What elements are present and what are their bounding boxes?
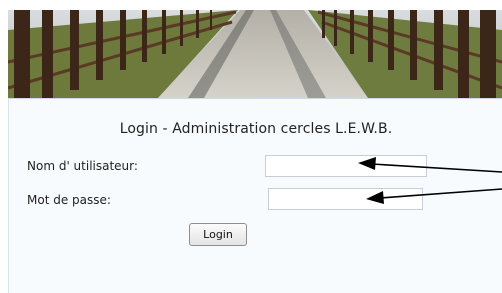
page-frame: Login - Administration cercles L.E.W.B. …	[0, 0, 502, 293]
username-label: Nom d' utilisateur:	[27, 159, 138, 173]
bridge-photo-image	[8, 10, 502, 98]
password-label: Mot de passe:	[27, 193, 111, 207]
login-panel: Login - Administration cercles L.E.W.B. …	[8, 98, 502, 293]
banner-bridge-photo	[8, 10, 502, 98]
username-input[interactable]	[265, 155, 427, 177]
password-input[interactable]	[268, 188, 423, 210]
login-button[interactable]: Login	[189, 223, 247, 246]
login-title: Login - Administration cercles L.E.W.B.	[119, 121, 393, 137]
